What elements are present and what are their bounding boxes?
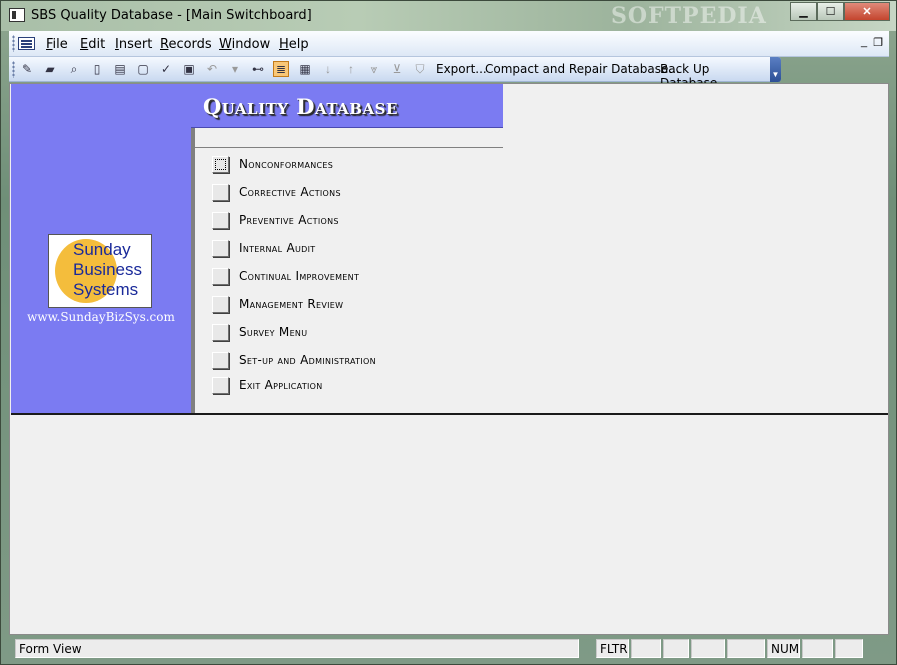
open-icon[interactable]: ▰ [42, 61, 58, 77]
menubar-grip[interactable] [12, 35, 15, 52]
status-bar: Form View FLTR NUM [9, 637, 889, 659]
switchboard-item: Exit Application [212, 375, 512, 395]
switchboard-item: Survey Menu [212, 322, 512, 342]
search-icon[interactable]: ⌕ [66, 61, 82, 77]
internal-audit-button[interactable] [212, 240, 229, 257]
switchboard-item: Nonconformances [212, 154, 512, 174]
undo-icon[interactable]: ↶ [204, 61, 220, 77]
vertical-divider [191, 128, 195, 414]
toolbar-grip[interactable] [12, 61, 15, 78]
status-filter: FLTR [596, 639, 629, 658]
menu-window[interactable]: Window [219, 37, 270, 52]
switchboard-item-label[interactable]: Nonconformances [239, 157, 333, 171]
management-review-button[interactable] [212, 296, 229, 313]
status-cell-blank-2 [663, 639, 689, 658]
design-view-icon[interactable]: ✎ [19, 61, 35, 77]
filter-form-icon[interactable]: ⊻ [389, 61, 405, 77]
left-panel: Sunday Business Systems www.SundayBizSys… [11, 84, 191, 414]
setup-administration-button[interactable] [212, 352, 229, 369]
menu-edit[interactable]: Edit [80, 37, 105, 52]
switchboard-item-label[interactable]: Continual Improvement [239, 269, 359, 283]
apply-filter-icon[interactable]: ⛉ [412, 61, 428, 77]
switchboard-item: Preventive Actions [212, 210, 512, 230]
logo-line-2: Business [73, 260, 142, 279]
switchboard-item: Corrective Actions [212, 182, 512, 202]
status-cell-blank-1 [631, 639, 661, 658]
page-title: Quality Database [203, 94, 398, 119]
toolbar: ✎ ▰ ⌕ ▯ ▤ ▢ ✓ ▣ ↶ ▾ ⊷ ≣ ▦ ↓ ↑ ⩔ ⊻ ⛉ Expo… [9, 57, 781, 90]
switchboard-item: Continual Improvement [212, 266, 512, 286]
title-bar[interactable]: SBS Quality Database - [Main Switchboard… [1, 1, 896, 31]
spelling-icon[interactable]: ✓ [158, 61, 174, 77]
status-cell-blank-5 [802, 639, 833, 658]
company-logo: Sunday Business Systems [48, 234, 152, 308]
window-title: SBS Quality Database - [Main Switchboard… [31, 8, 312, 23]
switchboard-item-label[interactable]: Preventive Actions [239, 213, 339, 227]
menu-help[interactable]: Help [279, 37, 309, 52]
app-icon[interactable] [9, 8, 25, 22]
switchboard-item-label[interactable]: Internal Audit [239, 241, 315, 255]
continual-improvement-button[interactable] [212, 268, 229, 285]
print-icon[interactable]: ▤ [112, 61, 128, 77]
app-window: SBS Quality Database - [Main Switchboard… [0, 0, 897, 665]
watermark: SOFTPEDIA [611, 3, 767, 29]
mdi-restore-button[interactable]: ❐ [873, 36, 883, 49]
logo-line-1: Sunday [73, 240, 131, 259]
mdi-minimize-button[interactable]: _ [861, 36, 867, 49]
filter-selection-icon[interactable]: ⩔ [366, 61, 382, 77]
close-button[interactable]: ✕ [844, 2, 890, 21]
maximize-button[interactable]: ☐ [817, 2, 844, 21]
status-cell-blank-3 [691, 639, 725, 658]
exit-application-button[interactable] [212, 377, 229, 394]
header-band: Quality Database [191, 84, 503, 128]
switchboard-item-label[interactable]: Set-up and Administration [239, 353, 376, 367]
menu-insert[interactable]: Insert [115, 37, 152, 52]
form-control-icon[interactable] [18, 37, 35, 50]
print-preview-book-icon[interactable]: ▯ [89, 61, 105, 77]
export-button[interactable]: Export... [436, 62, 487, 76]
find-icon[interactable]: ⊷ [250, 61, 266, 77]
preventive-actions-button[interactable] [212, 212, 229, 229]
menu-file[interactable]: File [46, 37, 68, 52]
datasheet-icon[interactable]: ▦ [297, 61, 313, 77]
status-num: NUM [767, 639, 800, 658]
logo-line-3: Systems [73, 280, 139, 299]
print-preview-icon[interactable]: ▢ [135, 61, 151, 77]
company-url: www.SundayBizSys.com [27, 310, 175, 324]
menu-records[interactable]: Records [160, 37, 212, 52]
sort-ascending-icon[interactable]: ↓ [320, 61, 336, 77]
form-view-icon[interactable]: ≣ [273, 61, 289, 77]
switchboard-item-label[interactable]: Management Review [239, 297, 343, 311]
minimize-button[interactable]: ▁ [790, 2, 817, 21]
survey-menu-button[interactable] [212, 324, 229, 341]
nonconformances-button[interactable] [212, 156, 229, 173]
status-cell-blank-4 [727, 639, 765, 658]
menu-bar: File Edit Insert Records Window Help _ ❐ [9, 31, 889, 57]
switchboard-item: Management Review [212, 294, 512, 314]
corrective-actions-button[interactable] [212, 184, 229, 201]
switchboard-item: Set-up and Administration [212, 350, 512, 370]
switchboard-item-label[interactable]: Exit Application [239, 378, 323, 392]
switchboard-item-label[interactable]: Corrective Actions [239, 185, 341, 199]
undo-dropdown-icon[interactable]: ▾ [227, 61, 243, 77]
sort-descending-icon[interactable]: ↑ [343, 61, 359, 77]
mdi-controls: _ ❐ [861, 36, 883, 49]
paste-icon[interactable]: ▣ [181, 61, 197, 77]
switchboard-item: Internal Audit [212, 238, 512, 258]
toolbar-options-icon[interactable]: ▼ [770, 57, 781, 82]
switchboard-form: Sunday Business Systems www.SundayBizSys… [9, 83, 889, 635]
status-cell-blank-6 [835, 639, 863, 658]
compact-repair-button[interactable]: Compact and Repair Database... [485, 62, 680, 76]
form-bottom-border [11, 413, 888, 415]
window-controls: ▁ ☐ ✕ [790, 2, 890, 21]
horizontal-divider [195, 147, 503, 148]
status-mode: Form View [15, 639, 579, 658]
switchboard-item-label[interactable]: Survey Menu [239, 325, 307, 339]
